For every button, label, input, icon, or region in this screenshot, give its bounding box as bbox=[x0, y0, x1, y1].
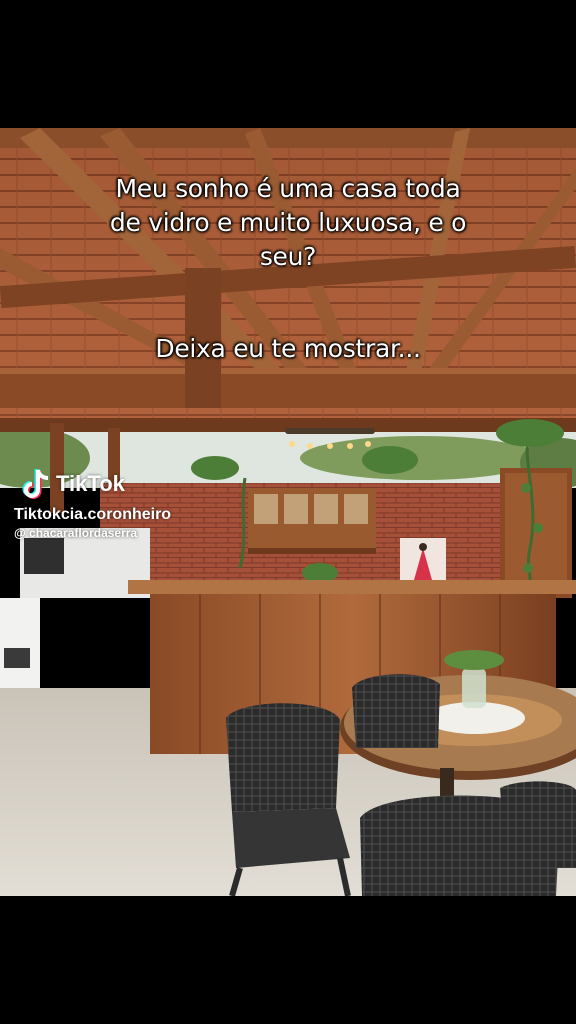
caption-line: Meu sonho é uma casa toda bbox=[115, 174, 461, 203]
tiktok-watermark: TikTok Tiktokcia.coronheiro @ chacaraflo… bbox=[14, 468, 171, 540]
letterbox-top bbox=[0, 0, 576, 128]
tiktok-brand: TikTok bbox=[56, 471, 125, 496]
caption-question: Meu sonho é uma casa toda de vidro e mui… bbox=[0, 172, 576, 274]
creator-handle: @ chacaraflordaserra bbox=[14, 526, 138, 540]
letterbox-bottom bbox=[0, 896, 576, 1024]
caption-line: seu? bbox=[259, 242, 317, 271]
tiktok-note-icon bbox=[22, 469, 49, 499]
tiktok-logo: TikTok bbox=[22, 468, 171, 500]
caption-line: de vidro e muito luxuosa, e o bbox=[109, 208, 467, 237]
caption-answer: Deixa eu te mostrar... bbox=[0, 332, 576, 366]
caption-line: Deixa eu te mostrar... bbox=[155, 334, 421, 363]
creator-username: Tiktokcia.coronheiro bbox=[14, 506, 172, 523]
